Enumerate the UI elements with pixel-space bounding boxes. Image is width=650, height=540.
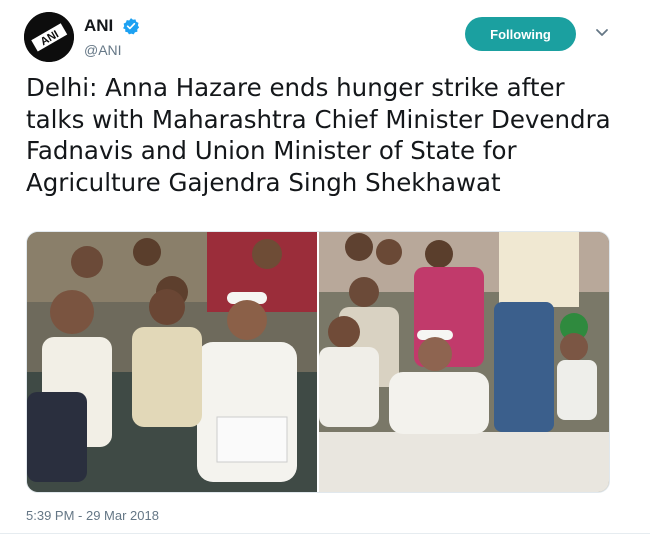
account-handle[interactable]: @ANI xyxy=(84,42,140,58)
tweet-text: Delhi: Anna Hazare ends hunger strike af… xyxy=(26,73,611,197)
account-name-block: ANI @ANI xyxy=(84,16,140,58)
chevron-down-icon[interactable] xyxy=(594,24,610,40)
media-container[interactable] xyxy=(26,231,610,493)
tweet-header: ANI ANI @ANI Following xyxy=(24,12,624,62)
divider xyxy=(0,533,650,534)
avatar[interactable]: ANI xyxy=(24,12,74,62)
tweet-photo-right[interactable] xyxy=(319,232,610,493)
display-name[interactable]: ANI xyxy=(84,16,113,36)
tweet-timestamp[interactable]: 5:39 PM - 29 Mar 2018 xyxy=(26,508,159,523)
verified-badge-icon xyxy=(122,18,139,35)
ani-logo-icon: ANI xyxy=(24,12,74,62)
following-button[interactable]: Following xyxy=(465,17,576,51)
tweet-photo-left[interactable] xyxy=(27,232,317,493)
